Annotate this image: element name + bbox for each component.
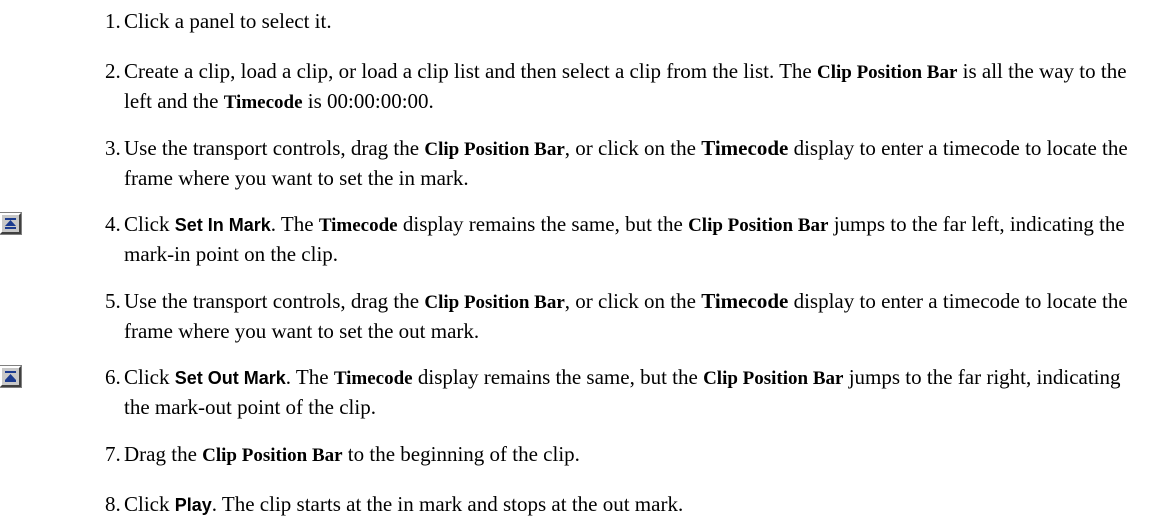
step-text-run: display remains the same, but the xyxy=(397,212,689,236)
step-number: 2. xyxy=(105,59,121,83)
step-text-run: Click xyxy=(124,212,175,236)
step-text: Use the transport controls, drag the Cli… xyxy=(124,287,1134,345)
step-text: Click a panel to select it. xyxy=(124,7,1134,35)
step-text-run: , or click on the xyxy=(564,289,702,313)
set-in-mark-icon[interactable] xyxy=(0,212,22,235)
bold-term: Timecode xyxy=(223,92,303,113)
bold-term: Clip Position Bar xyxy=(424,292,565,313)
step-text-run: . The clip starts at the in mark and sto… xyxy=(211,492,684,516)
bold-term: Clip Position Bar xyxy=(816,62,958,83)
step-text-run: to the beginning of the clip. xyxy=(342,442,580,466)
bold-term: Timecode xyxy=(701,136,789,160)
bold-term: Clip Position Bar xyxy=(703,368,844,389)
step-text-run: , or click on the xyxy=(564,136,702,160)
bold-term: Timecode xyxy=(318,215,398,236)
step-text-run: Create a clip, load a clip, or load a cl… xyxy=(124,59,817,83)
step-text-run: is 00:00:00:00. xyxy=(302,89,434,113)
step-number: 1. xyxy=(105,9,121,33)
step-number: 5. xyxy=(105,289,121,313)
bold-term: Set In Mark xyxy=(174,215,271,235)
step-number: 4. xyxy=(105,212,121,236)
bold-term: Clip Position Bar xyxy=(424,139,565,160)
bold-term: Clip Position Bar xyxy=(202,445,343,466)
step-text-run: Click a panel to select it. xyxy=(124,9,332,33)
step-number: 8. xyxy=(105,492,121,516)
step-number: 7. xyxy=(105,442,121,466)
procedure-document: 1. Click a panel to select it. 2. Create… xyxy=(0,0,1167,532)
bold-term: Timecode xyxy=(333,368,413,389)
set-out-mark-icon[interactable] xyxy=(0,365,22,388)
step-number: 3. xyxy=(105,136,121,160)
step-text: Click Set In Mark. The Timecode display … xyxy=(124,210,1134,268)
step-number: 6. xyxy=(105,365,121,389)
step-text-run: . The xyxy=(270,212,319,236)
bold-term: Timecode xyxy=(701,289,789,313)
bold-term: Clip Position Bar xyxy=(688,215,829,236)
step-text-run: display remains the same, but the xyxy=(412,365,704,389)
bold-term: Set Out Mark xyxy=(174,368,286,388)
step-text: Drag the Clip Position Bar to the beginn… xyxy=(124,440,1134,470)
step-text-run: Use the transport controls, drag the xyxy=(124,289,425,313)
step-text: Click Set Out Mark. The Timecode display… xyxy=(124,363,1134,421)
step-text-run: Drag the xyxy=(124,442,203,466)
step-text-run: Click xyxy=(124,492,175,516)
step-text: Click Play. The clip starts at the in ma… xyxy=(124,490,1134,519)
step-text: Use the transport controls, drag the Cli… xyxy=(124,134,1134,192)
bold-term: Play xyxy=(174,495,212,515)
step-text-run: Click xyxy=(124,365,175,389)
step-text-run: Use the transport controls, drag the xyxy=(124,136,425,160)
step-text-run: . The xyxy=(285,365,334,389)
step-text: Create a clip, load a clip, or load a cl… xyxy=(124,57,1134,117)
